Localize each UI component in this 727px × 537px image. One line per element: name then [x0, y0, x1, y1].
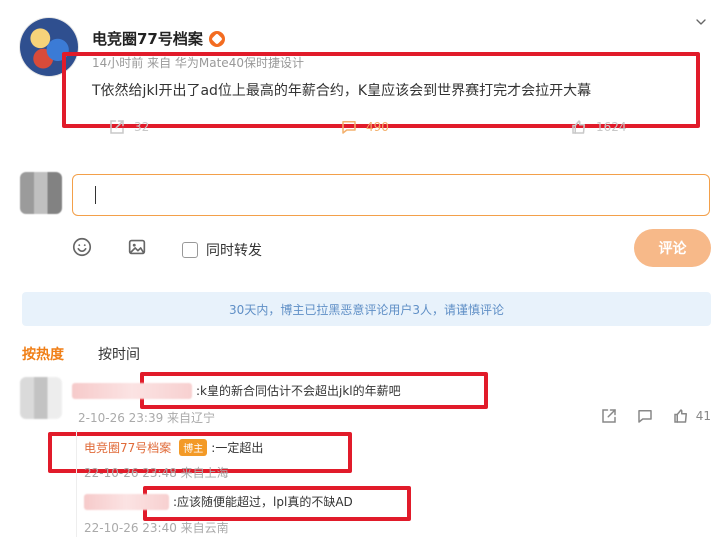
comment-text: :k皇的新合同估计不会超出jkl的年薪吧 — [196, 384, 401, 398]
chevron-down-icon[interactable] — [693, 14, 709, 30]
like-action[interactable]: 1624 — [570, 118, 627, 136]
comment-action[interactable]: 490 — [340, 118, 389, 136]
tab-by-time[interactable]: 按时间 — [98, 344, 140, 364]
repost-label: 同时转发 — [206, 243, 262, 259]
reply-2-time: 22-10-26 23:40 来自云南 — [84, 521, 229, 535]
reply-text: :应该随便能超过，lpl真的不缺AD — [173, 495, 353, 509]
comment-avatar[interactable] — [20, 377, 62, 419]
repost-checkbox[interactable] — [182, 242, 198, 258]
vip-badge-icon — [208, 30, 225, 47]
repost-toggle[interactable]: 同时转发 — [182, 240, 262, 260]
thumb-up-icon — [673, 409, 687, 423]
emoji-icon[interactable] — [71, 236, 93, 258]
comment-like-count: 41 — [695, 409, 711, 423]
share-action[interactable]: 32 — [108, 118, 149, 136]
share-icon[interactable] — [600, 407, 618, 425]
text-caret — [95, 186, 96, 204]
reply-1: 电竞圈77号档案 博主 :一定超出 — [84, 439, 263, 456]
comment-line: :k皇的新合同估计不会超出jkl的年薪吧 — [72, 382, 401, 399]
comment-input[interactable] — [72, 174, 710, 216]
comment-author-blurred[interactable] — [72, 382, 192, 399]
reply-text: :一定超出 — [211, 441, 264, 455]
highlight-box-post — [62, 52, 700, 128]
sort-tabs: 按热度 按时间 — [22, 344, 140, 364]
comment-time: 2-10-26 23:39 来自辽宁 — [78, 411, 216, 425]
thumb-up-icon — [572, 120, 585, 134]
submit-comment-button[interactable]: 评论 — [634, 229, 711, 267]
share-count: 32 — [134, 120, 150, 134]
comment-icon — [342, 121, 356, 134]
tab-by-heat[interactable]: 按热度 — [22, 344, 64, 364]
comment-like[interactable]: 41 — [672, 407, 711, 425]
image-icon[interactable] — [126, 236, 148, 258]
comment-actions: 41 — [600, 407, 711, 425]
reply-author[interactable]: 电竞圈77号档案 — [84, 439, 171, 456]
reply-icon[interactable] — [636, 407, 654, 425]
post-username[interactable]: 电竞圈77号档案 — [92, 28, 225, 49]
reply-author-blurred[interactable] — [84, 493, 169, 510]
username-text: 电竞圈77号档案 — [92, 30, 203, 48]
reply-1-time: 22-10-26 23:48 来自上海 — [84, 466, 229, 480]
current-user-avatar[interactable] — [20, 172, 62, 214]
reply-2: :应该随便能超过，lpl真的不缺AD — [84, 493, 353, 510]
share-icon — [110, 120, 124, 134]
author-badge: 博主 — [179, 439, 208, 456]
like-count: 1624 — [596, 120, 627, 134]
moderation-notice: 30天内，博主已拉黑恶意评论用户3人，请谨慎评论 — [22, 292, 711, 326]
comment-count: 490 — [366, 120, 389, 134]
